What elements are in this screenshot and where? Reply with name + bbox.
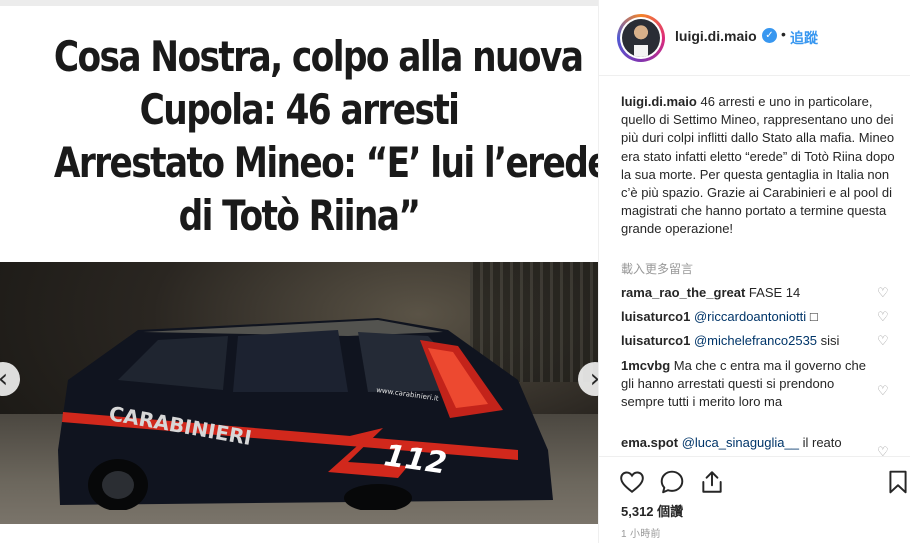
post-timestamp[interactable]: 1 小時前: [621, 525, 661, 540]
media-top-strip: [0, 0, 598, 6]
headline-line: Arrestato Mineo: “E’ lui l’erede: [53, 138, 598, 187]
comment-like-heart-icon[interactable]: ♡: [877, 335, 891, 349]
post-action-bar: 5,312 個讚 1 小時前: [599, 456, 910, 543]
headline-line: Cosa Nostra, colpo alla nuova: [53, 32, 584, 81]
comment-text: sisi: [820, 333, 840, 348]
likes-count[interactable]: 5,312 個讚: [621, 501, 683, 520]
post-caption: luigi.di.maio 46 arresti e uno in partic…: [621, 93, 901, 239]
post-media[interactable]: Cosa Nostra, colpo alla nuova Cupola: 46…: [0, 0, 598, 543]
heart-icon[interactable]: [619, 469, 645, 495]
post-sidebar: luigi.di.maio ✓ • 追蹤 luigi.di.maio 46 ar…: [598, 0, 910, 543]
avatar-frame: [620, 17, 662, 59]
comment-item: rama_rao_the_great FASE 14: [621, 284, 879, 302]
comment-mention[interactable]: @riccardoantoniotti: [694, 309, 806, 324]
follow-button[interactable]: 追蹤: [790, 28, 818, 48]
comment-mention[interactable]: @luca_sinaguglia__: [682, 435, 799, 450]
post-header: luigi.di.maio ✓ • 追蹤: [599, 0, 910, 76]
caption-text: 46 arresti e uno in particolare, quello …: [621, 94, 895, 237]
avatar-image: [622, 19, 660, 57]
header-username[interactable]: luigi.di.maio: [675, 28, 757, 44]
comment-like-heart-icon[interactable]: ♡: [877, 311, 891, 325]
comment-username[interactable]: 1mcvbg: [621, 358, 670, 373]
comment-icon[interactable]: [659, 469, 685, 495]
comment-username[interactable]: luisaturco1: [621, 333, 690, 348]
news-headline: Cosa Nostra, colpo alla nuova Cupola: 46…: [0, 30, 598, 242]
comment-item: luisaturco1 @riccardoantoniotti □: [621, 308, 879, 326]
police-car-illustration: CARABINIERI 112 www.carabinieri.it: [58, 318, 553, 510]
header-separator: •: [781, 26, 786, 42]
comment-item: ema.spot @luca_sinaguglia__ il reato: [621, 434, 879, 452]
comment-like-heart-icon[interactable]: ♡: [877, 385, 891, 399]
headline-line: di Totò Riina”: [178, 191, 421, 240]
comment-text: FASE 14: [748, 285, 801, 300]
comment-username[interactable]: luisaturco1: [621, 309, 690, 324]
comment-item: 1mcvbg Ma che c entra ma il governo che …: [621, 357, 867, 412]
load-more-comments-button[interactable]: 載入更多留言: [621, 260, 693, 277]
headline-line: Cupola: 46 arresti: [139, 85, 460, 134]
comment-text: il reato: [802, 435, 842, 450]
comment-text: □: [809, 309, 818, 324]
comment-mention[interactable]: @michelefranco2535: [694, 333, 817, 348]
bookmark-icon[interactable]: [885, 469, 910, 495]
comment-item: luisaturco1 @michelefranco2535 sisi: [621, 332, 879, 350]
carabinieri-car-photo: CARABINIERI 112 www.carabinieri.it: [0, 262, 598, 524]
verified-icon: ✓: [762, 28, 777, 43]
caption-username[interactable]: luigi.di.maio: [621, 94, 697, 109]
share-icon[interactable]: [699, 469, 725, 495]
avatar[interactable]: [617, 14, 665, 62]
comment-username[interactable]: ema.spot: [621, 435, 678, 450]
comment-like-heart-icon[interactable]: ♡: [877, 287, 891, 301]
comment-username[interactable]: rama_rao_the_great: [621, 285, 745, 300]
